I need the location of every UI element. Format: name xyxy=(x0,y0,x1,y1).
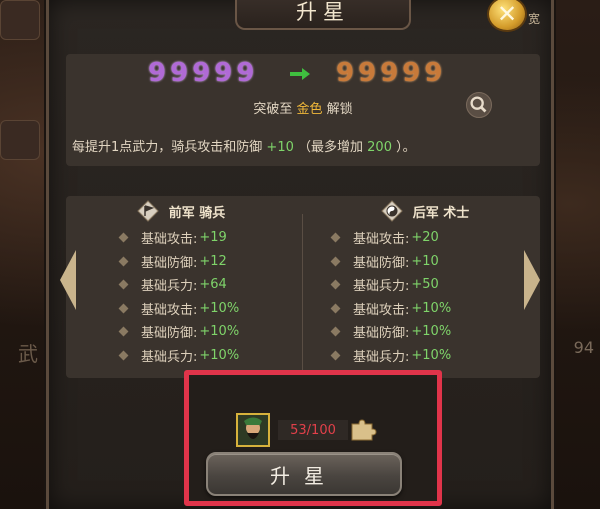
stat-row: 基础攻击: +20 xyxy=(330,226,540,250)
stat-label: 基础兵力: xyxy=(141,349,198,365)
bullet-diamond-icon xyxy=(330,279,341,290)
background-avatar-left xyxy=(0,0,40,40)
stat-value: +19 xyxy=(199,230,227,246)
stat-value: +10% xyxy=(411,300,452,316)
next-arrow-button[interactable] xyxy=(524,250,540,310)
unit-stats-panel: 前军 骑兵 基础攻击: +19 基础防御: +12 基础兵力: +64 基础攻击: +10% 基… xyxy=(66,196,540,378)
background-chip-left xyxy=(0,120,40,160)
stat-row: 基础攻击: +10% xyxy=(330,297,540,321)
magnifier-icon[interactable] xyxy=(466,92,492,118)
bullet-diamond-icon xyxy=(118,232,129,243)
stat-label: 基础防御: xyxy=(141,255,198,271)
jade-icon: 9 xyxy=(402,58,421,88)
bonus-description: 每提升1点武力，骑兵攻击和防御 +10 （最多增加 200 ）。 xyxy=(72,140,416,155)
jade-icon: 9 xyxy=(192,58,211,88)
stat-label: 基础攻击: xyxy=(141,302,198,318)
stat-row: 基础兵力: +10% xyxy=(330,344,540,368)
prev-arrow-button[interactable] xyxy=(60,250,76,310)
stat-value: +20 xyxy=(411,230,439,246)
stat-row: 基础防御: +12 xyxy=(118,250,296,274)
dialog-title: 升星 xyxy=(235,0,411,30)
stat-value: +10% xyxy=(411,347,452,363)
cavalry-flag-icon xyxy=(137,200,159,222)
stat-label: 基础防御: xyxy=(353,255,410,271)
stat-label: 基础兵力: xyxy=(353,279,410,295)
highlight-frame xyxy=(184,370,442,506)
stat-label: 基础防御: xyxy=(141,326,198,342)
background-text-right: 94 xyxy=(573,338,594,357)
stat-value: +50 xyxy=(411,277,439,293)
bullet-diamond-icon xyxy=(118,350,129,361)
current-jade-row: 99999 xyxy=(148,60,254,86)
stat-row: 基础攻击: +19 xyxy=(118,226,296,250)
stat-value: +12 xyxy=(199,253,227,269)
stat-value: +10% xyxy=(411,324,452,340)
star-info-panel: 99999 99999 突破至 金色 解锁 每提升1点武力，骑兵攻击和防御 +1… xyxy=(66,54,540,166)
unit-header-front: 前军 骑兵 xyxy=(66,196,296,226)
jade-icon: 9 xyxy=(148,58,167,88)
bullet-diamond-icon xyxy=(330,303,341,314)
bullet-diamond-icon xyxy=(118,303,129,314)
next-jade-row: 99999 xyxy=(336,60,442,86)
stat-label: 基础攻击: xyxy=(353,302,410,318)
bullet-diamond-icon xyxy=(118,256,129,267)
stat-row: 基础兵力: +10% xyxy=(118,344,296,368)
arrow-right-icon xyxy=(290,68,310,80)
unit-stats-rear: 基础攻击: +20 基础防御: +10 基础兵力: +50 基础攻击: +10% 基础防御: +1… xyxy=(310,226,540,367)
stat-value: +10% xyxy=(199,300,240,316)
jade-icon: 9 xyxy=(170,58,189,88)
jade-icon: 9 xyxy=(358,58,377,88)
stat-row: 基础防御: +10% xyxy=(118,320,296,344)
unit-column-rear: 后军 术士 基础攻击: +20 基础防御: +10 基础兵力: +50 基础攻击: +10% 基… xyxy=(310,196,540,367)
stat-label: 基础兵力: xyxy=(353,349,410,365)
stat-value: +10% xyxy=(199,347,240,363)
jade-icon: 9 xyxy=(336,58,355,88)
stat-row: 基础防御: +10% xyxy=(330,320,540,344)
jade-icon: 9 xyxy=(214,58,233,88)
stat-value: +10% xyxy=(199,324,240,340)
jade-icon: 9 xyxy=(424,58,443,88)
side-tab-0[interactable]: 宽 xyxy=(517,0,551,36)
unit-column-front: 前军 骑兵 基础攻击: +19 基础防御: +12 基础兵力: +64 基础攻击: +10% 基… xyxy=(66,196,296,367)
stat-row: 基础攻击: +10% xyxy=(118,297,296,321)
stat-value: +10 xyxy=(411,253,439,269)
background-text-left: 武 xyxy=(18,342,38,366)
bullet-diamond-icon xyxy=(330,256,341,267)
column-divider xyxy=(302,214,303,374)
stat-value: +64 xyxy=(199,277,227,293)
stat-label: 基础攻击: xyxy=(141,232,198,248)
jade-icon: 9 xyxy=(236,58,255,88)
jade-icon: 9 xyxy=(380,58,399,88)
unlock-color-word: 金色 xyxy=(296,102,323,117)
stat-label: 基础防御: xyxy=(353,326,410,342)
unit-stats-front: 基础攻击: +19 基础防御: +12 基础兵力: +64 基础攻击: +10% 基础防御: +1… xyxy=(66,226,296,367)
stat-row: 基础防御: +10 xyxy=(330,250,540,274)
bullet-diamond-icon xyxy=(330,350,341,361)
bullet-diamond-icon xyxy=(330,326,341,337)
stat-label: 基础兵力: xyxy=(141,279,198,295)
stat-label: 基础攻击: xyxy=(353,232,410,248)
yin-yang-icon xyxy=(381,200,403,222)
stat-row: 基础兵力: +64 xyxy=(118,273,296,297)
stat-row: 基础兵力: +50 xyxy=(330,273,540,297)
bullet-diamond-icon xyxy=(330,232,341,243)
bullet-diamond-icon xyxy=(118,326,129,337)
bullet-diamond-icon xyxy=(118,279,129,290)
unit-header-rear: 后军 术士 xyxy=(310,196,540,226)
